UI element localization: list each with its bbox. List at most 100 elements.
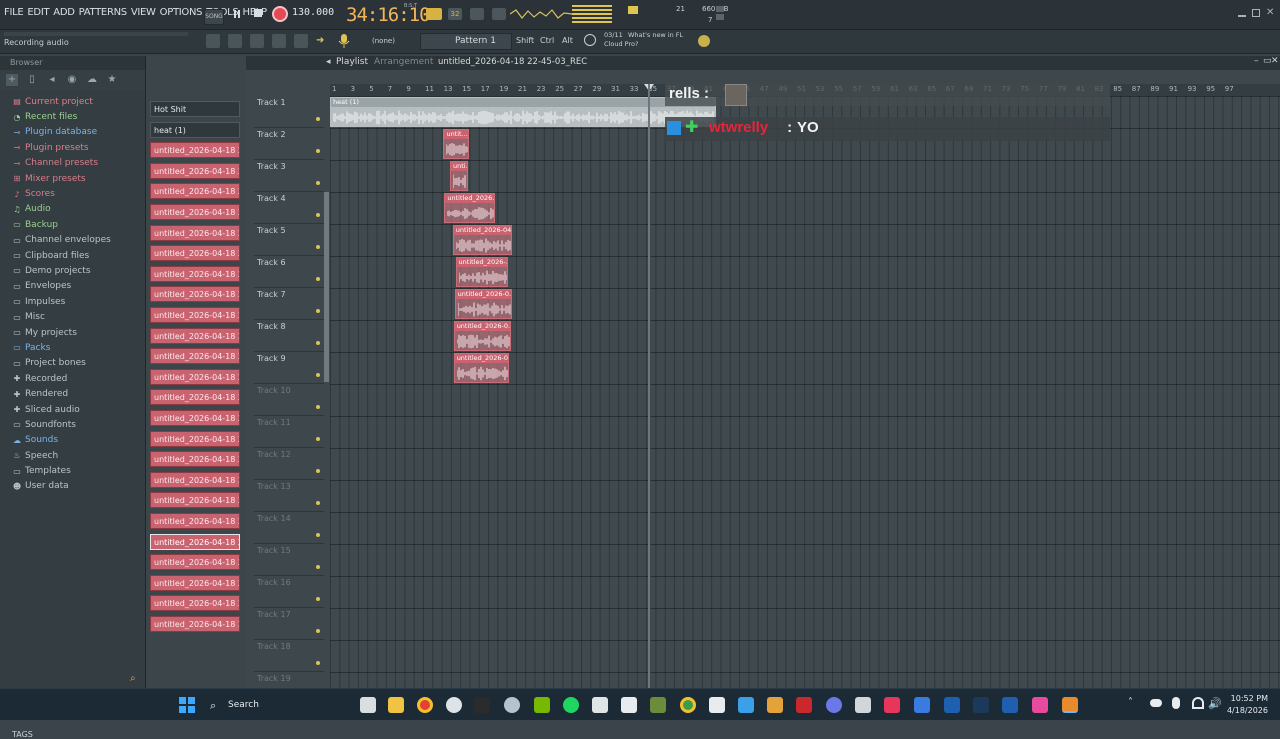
audio-clip-item[interactable]: untitled_2026-04-18 22-...	[150, 513, 240, 529]
playlist-menu-arrow-icon[interactable]: ◂	[326, 57, 331, 67]
track-mute-led[interactable]	[316, 213, 320, 217]
audio-clip-item[interactable]: untitled_2026-04-18 22-...	[150, 595, 240, 612]
discord-icon[interactable]	[826, 697, 842, 713]
track-mute-led[interactable]	[316, 629, 320, 633]
news-icon[interactable]	[584, 34, 596, 46]
snap-selector[interactable]: (none)	[372, 37, 395, 45]
browser-item-envelopes[interactable]: ▭ Envelopes	[0, 279, 145, 294]
file-icon[interactable]: ▯	[26, 74, 38, 86]
fl-app-icon[interactable]	[474, 697, 490, 713]
pause-button[interactable]	[232, 9, 242, 19]
tempo-display[interactable]: 130.000	[292, 7, 334, 18]
audio-clip[interactable]: untitled_2026-0..18 22-46-55_REC	[454, 289, 513, 319]
audio-clip-item[interactable]: untitled_2026-04-18 22-...	[150, 492, 240, 509]
audio-clip[interactable]: unti..REC	[449, 161, 468, 191]
track-mute-led[interactable]	[316, 117, 320, 121]
browser-item-plugin-presets[interactable]: ⊸ Plugin presets	[0, 140, 145, 155]
steam-icon[interactable]	[446, 697, 462, 713]
playlist-close-icon[interactable]: ✕	[1271, 56, 1279, 66]
minecraft-icon[interactable]	[650, 697, 666, 713]
star-icon[interactable]: ★	[106, 74, 118, 86]
browser-item-speech[interactable]: ♨ Speech	[0, 448, 145, 463]
browser-item-templates[interactable]: ▭ Templates	[0, 463, 145, 478]
online-news-icon[interactable]	[698, 35, 710, 47]
audio-clip-item[interactable]: untitled_2026-04-18 22-...	[150, 430, 240, 447]
track-header[interactable]: Track 12	[254, 448, 324, 480]
track-mute-led[interactable]	[316, 565, 320, 569]
alt-key-button[interactable]: Alt	[562, 36, 573, 45]
acrobat-icon[interactable]	[796, 697, 812, 713]
settings-icon[interactable]	[504, 697, 520, 713]
audio-clip-item[interactable]: untitled_2026-04-18 22-...	[150, 368, 240, 385]
track-mute-led[interactable]	[316, 597, 320, 601]
search-icon[interactable]: ◉	[66, 74, 78, 86]
track-mute-led[interactable]	[316, 309, 320, 313]
audio-clip-item[interactable]: untitled_2026-04-18 22-...	[150, 224, 240, 241]
app-pink-icon[interactable]	[1032, 697, 1048, 713]
track-header[interactable]: Track 2	[254, 128, 324, 160]
metronome-icon[interactable]	[492, 8, 506, 20]
app-window-icon[interactable]	[709, 697, 725, 713]
volume-icon[interactable]: 🔊	[1208, 697, 1222, 710]
microphone-icon[interactable]	[338, 33, 350, 49]
track-header[interactable]: Track 11	[254, 416, 324, 448]
audio-clip[interactable]: untitled_2026-0..8 22-48-39_REC	[453, 353, 509, 383]
browser-item-clipboard-files[interactable]: ▭ Clipboard files	[0, 248, 145, 263]
track-header[interactable]: Track 8	[254, 320, 324, 352]
app-m-icon[interactable]	[914, 697, 930, 713]
menu-options[interactable]: OPTIONS	[160, 7, 203, 18]
track-mute-led[interactable]	[316, 149, 320, 153]
menu-add[interactable]: ADD	[53, 7, 75, 18]
track-header[interactable]: Track 1	[254, 96, 324, 128]
browser-item-my-projects[interactable]: ▭ My projects	[0, 325, 145, 340]
track-header[interactable]: Track 13	[254, 480, 324, 512]
audio-clip-item[interactable]: untitled_2026-04-18 22-...	[150, 142, 240, 159]
app-blue-icon[interactable]	[738, 697, 754, 713]
track-header[interactable]: Track 15	[254, 544, 324, 576]
news-headline-2[interactable]: Cloud Pro?	[604, 40, 638, 48]
browser-item-recent-files[interactable]: ◔ Recent files	[0, 109, 145, 124]
app-grid-icon[interactable]	[855, 697, 871, 713]
audio-clip[interactable]: untitled_2026..22-30-55_REC	[444, 193, 495, 223]
app-colorful-icon[interactable]	[767, 697, 783, 713]
track-header[interactable]: Track 4	[254, 192, 324, 224]
browser-item-backup[interactable]: ▭ Backup	[0, 217, 145, 232]
track-mute-led[interactable]	[316, 437, 320, 441]
tiktok-icon[interactable]	[884, 697, 900, 713]
browser-item-current-project[interactable]: ▤ Current project	[0, 94, 145, 109]
arrow-right-icon[interactable]: ➜	[316, 35, 324, 46]
file-explorer-icon[interactable]	[388, 697, 404, 713]
shift-key-button[interactable]: Shift	[516, 36, 534, 45]
track-mute-led[interactable]	[316, 533, 320, 537]
browser-item-demo-projects[interactable]: ▭ Demo projects	[0, 263, 145, 278]
playlist-view-icon[interactable]	[206, 34, 220, 48]
track-mute-led[interactable]	[316, 245, 320, 249]
minimize-window-button[interactable]	[1238, 9, 1246, 17]
maximize-window-button[interactable]	[1252, 9, 1260, 17]
browser-item-mixer-presets[interactable]: ⊞ Mixer presets	[0, 171, 145, 186]
browser-item-packs[interactable]: ▭ Packs	[0, 340, 145, 355]
menu-edit[interactable]: EDIT	[27, 7, 49, 18]
track-header[interactable]: Track 5	[254, 224, 324, 256]
browser-item-scores[interactable]: ♪ Scores	[0, 186, 145, 201]
app-m2-icon[interactable]	[1002, 697, 1018, 713]
song-mode-toggle[interactable]: SONG	[204, 9, 224, 25]
audio-clip-item[interactable]: untitled_2026-04-18 22-...	[150, 389, 240, 406]
track-header[interactable]: Track 16	[254, 576, 324, 608]
audio-clip-item[interactable]: untitled_2026-04-18 22-...	[150, 348, 240, 365]
collapse-icon[interactable]: ☁	[86, 74, 98, 86]
record-button[interactable]	[272, 6, 288, 22]
tray-chevron-icon[interactable]: ˄	[1128, 697, 1133, 708]
audio-clip[interactable]: untitled_2026-...22-45-03_REC	[455, 257, 508, 287]
typing-keyboard-icon[interactable]	[426, 8, 442, 20]
track-mute-led[interactable]	[316, 181, 320, 185]
browser-item-sounds[interactable]: ☁ Sounds	[0, 433, 145, 448]
back-icon[interactable]: ◂	[46, 74, 58, 86]
browser-item-plugin-database[interactable]: ⊸ Plugin database	[0, 125, 145, 140]
chrome-2-icon[interactable]	[680, 697, 696, 713]
mixer-icon[interactable]	[272, 34, 286, 48]
task-view-icon[interactable]	[360, 697, 376, 713]
browser-item-sliced-audio[interactable]: ✚ Sliced audio	[0, 402, 145, 417]
capcut-icon[interactable]	[621, 697, 637, 713]
piano-roll-icon[interactable]	[228, 34, 242, 48]
